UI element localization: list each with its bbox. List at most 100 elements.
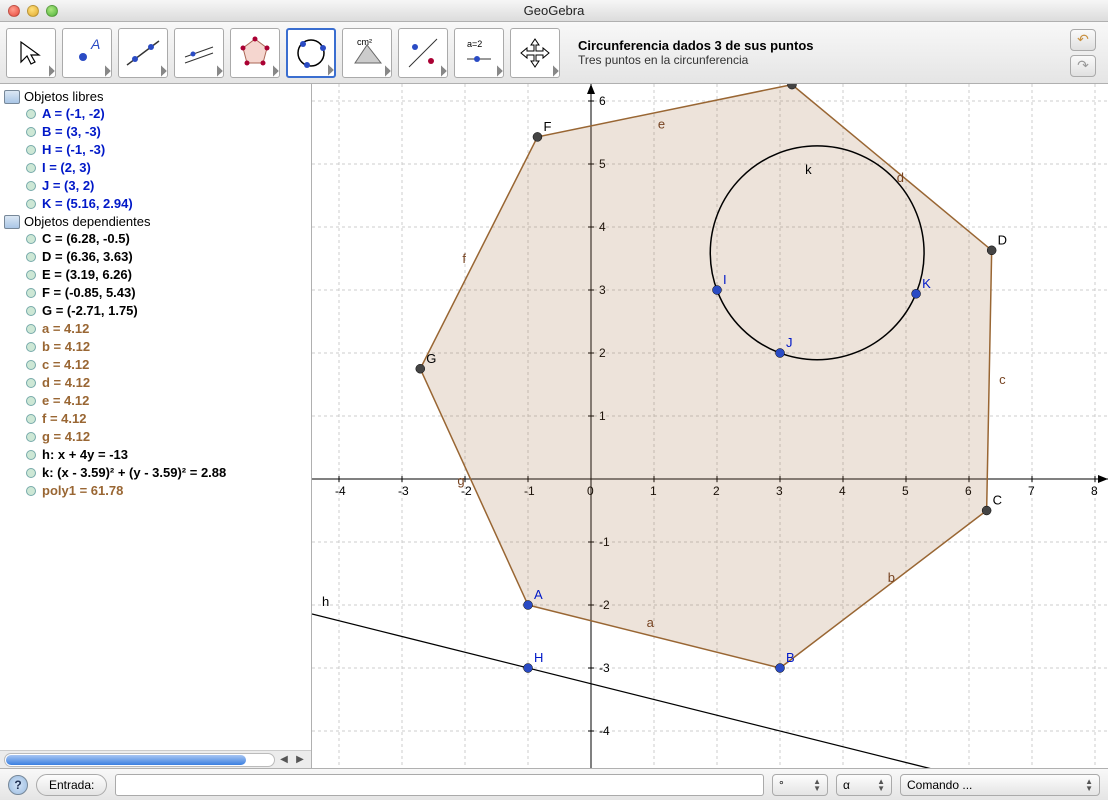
svg-text:-4: -4 xyxy=(599,724,610,738)
zoom-icon[interactable] xyxy=(46,5,58,17)
minimize-icon[interactable] xyxy=(27,5,39,17)
algebra-item[interactable]: D = (6.36, 3.63) xyxy=(2,248,309,266)
visibility-icon[interactable] xyxy=(26,486,36,496)
algebra-item[interactable]: a = 4.12 xyxy=(2,320,309,338)
visibility-icon[interactable] xyxy=(26,450,36,460)
algebra-item[interactable]: C = (6.28, -0.5) xyxy=(2,230,309,248)
tool-description: Tres puntos en la circunferencia xyxy=(578,53,1064,67)
svg-text:I: I xyxy=(723,272,727,287)
algebra-item[interactable]: d = 4.12 xyxy=(2,374,309,392)
algebra-item-text: K = (5.16, 2.94) xyxy=(42,195,133,213)
visibility-icon[interactable] xyxy=(26,127,36,137)
visibility-icon[interactable] xyxy=(26,360,36,370)
tool-circle-3pts[interactable] xyxy=(286,28,336,78)
sidebar-scrollbar[interactable]: ◀ ▶ xyxy=(0,750,311,768)
algebra-item-text: D = (6.36, 3.63) xyxy=(42,248,133,266)
algebra-item-text: b = 4.12 xyxy=(42,338,90,356)
redo-icon: ↷ xyxy=(1077,57,1089,74)
window-titlebar: GeoGebra xyxy=(0,0,1108,22)
help-button[interactable]: ? xyxy=(8,775,28,795)
algebra-item[interactable]: f = 4.12 xyxy=(2,410,309,428)
algebra-item[interactable]: k: (x - 3.59)² + (y - 3.59)² = 2.88 xyxy=(2,464,309,482)
folder-icon xyxy=(4,90,20,104)
visibility-icon[interactable] xyxy=(26,199,36,209)
tool-polygon[interactable] xyxy=(230,28,280,78)
svg-text:a=2: a=2 xyxy=(467,39,482,49)
svg-text:D: D xyxy=(998,232,1007,247)
graphics-view[interactable]: -4-3-2-1012345678-4-3-2-1123456abcdefghk… xyxy=(312,84,1108,768)
algebra-item-text: g = 4.12 xyxy=(42,428,90,446)
algebra-item-text: B = (3, -3) xyxy=(42,123,101,141)
scroll-left-icon[interactable]: ◀ xyxy=(277,753,291,767)
visibility-icon[interactable] xyxy=(26,163,36,173)
tool-area[interactable]: cm² xyxy=(342,28,392,78)
tool-line[interactable] xyxy=(118,28,168,78)
visibility-icon[interactable] xyxy=(26,396,36,406)
algebra-item-text: I = (2, 3) xyxy=(42,159,91,177)
redo-button[interactable]: ↷ xyxy=(1070,55,1096,77)
algebra-item[interactable]: G = (-2.71, 1.75) xyxy=(2,302,309,320)
tool-slider[interactable]: a=2 xyxy=(454,28,504,78)
algebra-item[interactable]: A = (-1, -2) xyxy=(2,105,309,123)
svg-text:c: c xyxy=(999,372,1006,387)
algebra-tree[interactable]: Objetos libres A = (-1, -2)B = (3, -3)H … xyxy=(0,84,311,750)
dependent-objects-header[interactable]: Objetos dependientes xyxy=(2,213,309,230)
visibility-icon[interactable] xyxy=(26,270,36,280)
svg-text:e: e xyxy=(658,116,665,131)
free-objects-header[interactable]: Objetos libres xyxy=(2,88,309,105)
undo-button[interactable]: ↶ xyxy=(1070,29,1096,51)
visibility-icon[interactable] xyxy=(26,288,36,298)
algebra-item[interactable]: e = 4.12 xyxy=(2,392,309,410)
algebra-item[interactable]: h: x + 4y = -13 xyxy=(2,446,309,464)
visibility-icon[interactable] xyxy=(26,324,36,334)
tool-reflect[interactable] xyxy=(398,28,448,78)
algebra-item[interactable]: poly1 = 61.78 xyxy=(2,482,309,500)
visibility-icon[interactable] xyxy=(26,378,36,388)
tool-move-view[interactable] xyxy=(510,28,560,78)
svg-text:H: H xyxy=(534,650,543,665)
visibility-icon[interactable] xyxy=(26,342,36,352)
visibility-icon[interactable] xyxy=(26,414,36,424)
alpha-selector[interactable]: α▲▼ xyxy=(836,774,892,796)
algebra-item-text: J = (3, 2) xyxy=(42,177,94,195)
tool-point[interactable]: A xyxy=(62,28,112,78)
visibility-icon[interactable] xyxy=(26,306,36,316)
visibility-icon[interactable] xyxy=(26,468,36,478)
svg-text:8: 8 xyxy=(1091,484,1098,498)
degree-selector[interactable]: °▲▼ xyxy=(772,774,828,796)
visibility-icon[interactable] xyxy=(26,432,36,442)
visibility-icon[interactable] xyxy=(26,181,36,191)
svg-text:G: G xyxy=(426,351,436,366)
svg-text:a: a xyxy=(647,615,655,630)
svg-text:7: 7 xyxy=(1028,484,1035,498)
algebra-item[interactable]: B = (3, -3) xyxy=(2,123,309,141)
algebra-item[interactable]: K = (5.16, 2.94) xyxy=(2,195,309,213)
svg-text:h: h xyxy=(322,594,329,609)
command-selector[interactable]: Comando ...▲▼ xyxy=(900,774,1100,796)
algebra-item[interactable]: g = 4.12 xyxy=(2,428,309,446)
algebra-item[interactable]: F = (-0.85, 5.43) xyxy=(2,284,309,302)
algebra-item[interactable]: E = (3.19, 6.26) xyxy=(2,266,309,284)
toolbar: A cm² a=2 Circunferencia dados 3 de sus … xyxy=(0,22,1108,84)
visibility-icon[interactable] xyxy=(26,145,36,155)
close-icon[interactable] xyxy=(8,5,20,17)
algebra-item[interactable]: J = (3, 2) xyxy=(2,177,309,195)
algebra-item-text: G = (-2.71, 1.75) xyxy=(42,302,138,320)
algebra-item-text: F = (-0.85, 5.43) xyxy=(42,284,136,302)
svg-text:f: f xyxy=(462,251,466,266)
algebra-item[interactable]: I = (2, 3) xyxy=(2,159,309,177)
window-title: GeoGebra xyxy=(58,3,1050,18)
algebra-item[interactable]: H = (-1, -3) xyxy=(2,141,309,159)
scroll-right-icon[interactable]: ▶ xyxy=(293,753,307,767)
algebra-item-text: C = (6.28, -0.5) xyxy=(42,230,130,248)
tool-segment[interactable] xyxy=(174,28,224,78)
svg-text:6: 6 xyxy=(599,94,606,108)
algebra-item[interactable]: b = 4.12 xyxy=(2,338,309,356)
tool-move[interactable] xyxy=(6,28,56,78)
visibility-icon[interactable] xyxy=(26,109,36,119)
command-input[interactable] xyxy=(115,774,764,796)
visibility-icon[interactable] xyxy=(26,234,36,244)
visibility-icon[interactable] xyxy=(26,252,36,262)
svg-text:-3: -3 xyxy=(398,484,409,498)
algebra-item[interactable]: c = 4.12 xyxy=(2,356,309,374)
